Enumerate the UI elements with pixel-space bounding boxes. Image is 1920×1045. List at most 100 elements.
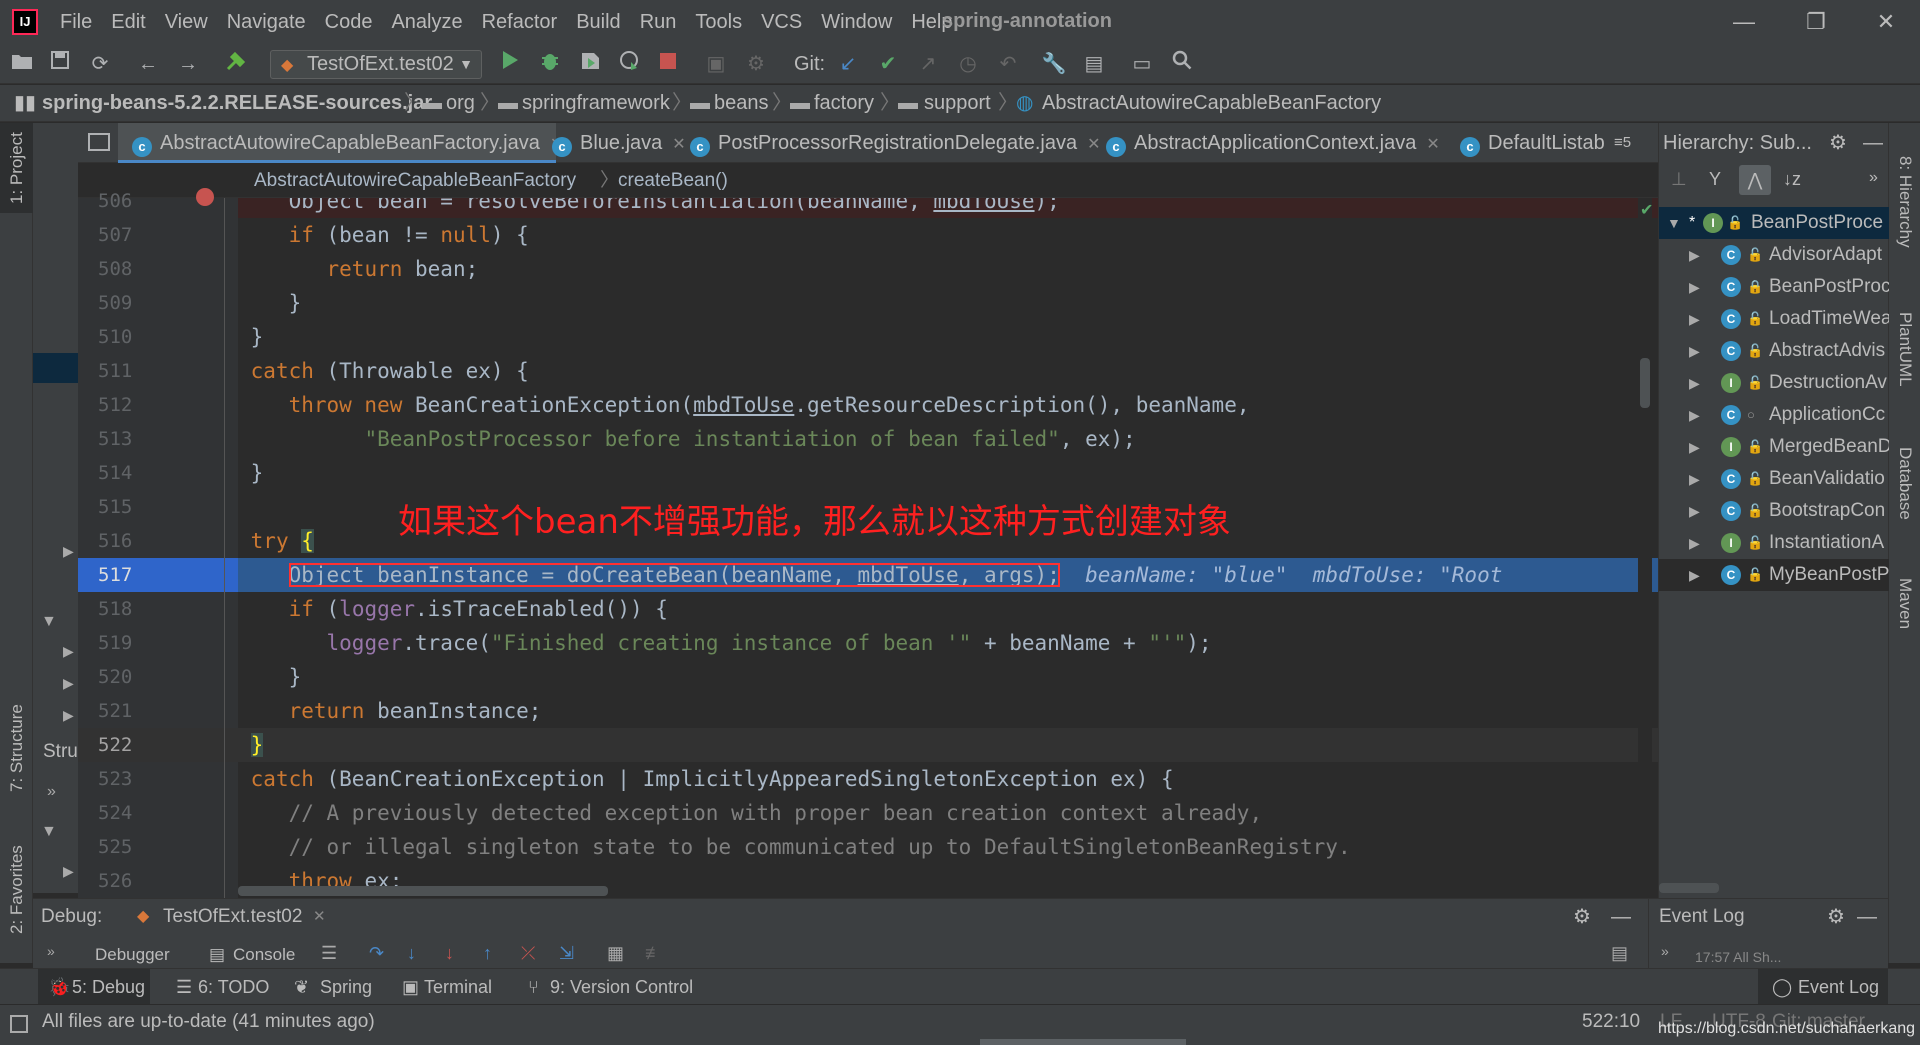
vertical-scrollbar[interactable] [1638,198,1652,898]
horizontal-scrollbar[interactable] [1659,883,1719,893]
search-icon[interactable] [1168,50,1196,78]
save-all-icon[interactable] [46,50,74,78]
tab-structure[interactable]: 7: Structure [0,683,33,813]
menu-tools[interactable]: Tools [695,0,742,44]
more-icon[interactable]: » [1869,169,1878,187]
hierarchy-item[interactable]: ▶ C 🔓 BootstrapCon [1659,495,1889,527]
step-over-icon[interactable]: ↷ [369,939,384,967]
evaluate-expression-icon[interactable]: ▦ [607,939,624,967]
subtypes-icon[interactable]: ⋀ [1739,165,1771,195]
collapse-arrow-icon[interactable]: ▼ [1667,207,1681,239]
run-with-coverage-icon[interactable] [576,50,604,78]
git-history-icon[interactable]: ◷ [954,50,982,78]
expand-arrow-icon[interactable]: ▶ [1689,527,1700,559]
hide-icon[interactable]: — [1863,123,1883,163]
menu-code[interactable]: Code [325,0,373,44]
drop-frame-icon[interactable]: ⤫ [521,939,535,967]
tool-debug[interactable]: 5: Debug [72,969,145,1005]
expand-arrow-icon[interactable]: ▶ [1689,399,1700,431]
breadcrumb-springframework[interactable]: springframework [522,85,670,121]
tab-postprocessorregistrationdelegate[interactable]: c PostProcessorRegistrationDelegate.java ✕ [680,123,1100,163]
hierarchy-item[interactable]: ▶ I 🔓 DestructionAv [1659,367,1889,399]
expand-arrow-icon[interactable]: ▶ [1689,271,1700,303]
editor-gutter[interactable]: 506 507 508 509 510 511 512 513 514 515 … [78,188,238,898]
tab-blue[interactable]: c Blue.java ✕ [538,123,686,163]
hierarchy-item[interactable]: ▶ I 🔓 InstantiationA [1659,527,1889,559]
tool-spring[interactable]: Spring [320,969,372,1005]
build-hammer-icon[interactable] [222,50,250,78]
tab-database[interactable]: Database [1889,423,1920,543]
close-window-button[interactable]: ✕ [1866,6,1906,38]
project-structure-icon[interactable]: ▤ [1080,50,1108,78]
settings-disabled-icon[interactable]: ⚙ [742,50,770,78]
tab-project[interactable]: 1: Project [0,123,33,213]
hide-icon[interactable]: — [1611,899,1631,935]
forward-arrow-icon[interactable]: → [174,50,202,78]
git-update-icon[interactable]: ↙ [834,50,862,78]
breadcrumb-class[interactable]: AbstractAutowireCapableBeanFactory [1042,85,1381,121]
minimize-button[interactable]: — [1724,6,1764,38]
close-tab-icon[interactable]: ✕ [1426,136,1439,153]
hierarchy-item[interactable]: ▶ C 🔒 BeanPostProc [1659,271,1889,303]
tree-arrow-icon[interactable]: ▶ [63,675,74,692]
close-session-icon[interactable]: ✕ [313,899,326,935]
debug-icon[interactable] [536,50,564,78]
run-to-cursor-icon[interactable]: ⇲ [559,939,574,967]
hierarchy-item[interactable]: ▶ C 🔓 MyBeanPostP [1659,559,1889,591]
breadcrumb-beans[interactable]: beans [714,85,769,121]
tool-todo[interactable]: 6: TODO [198,969,269,1005]
tree-arrow-icon[interactable]: ▶ [63,707,74,724]
menu-view[interactable]: View [165,0,208,44]
hide-icon[interactable]: — [1857,899,1877,935]
step-out-icon[interactable]: ↑ [483,939,492,967]
trace-icon[interactable]: ≢ [645,939,663,967]
menu-navigate[interactable]: Navigate [227,0,306,44]
tree-arrow-icon[interactable]: ▶ [63,863,74,880]
crumb-class[interactable]: AbstractAutowireCapableBeanFactory [254,164,576,198]
expand-arrow-icon[interactable]: ▶ [1689,495,1700,527]
expand-arrow-icon[interactable]: ▶ [1689,431,1700,463]
expand-arrow-icon[interactable]: ▶ [1689,335,1700,367]
tab-plantuml[interactable]: PlantUML [1889,289,1920,409]
hierarchy-item[interactable]: ▶ C 🔓 AbstractAdvis [1659,335,1889,367]
hierarchy-item[interactable]: ▶ C 🔓 BeanValidatio [1659,463,1889,495]
tab-defaultlistable[interactable]: c DefaultListab [1450,123,1630,163]
gear-icon[interactable]: ⚙ [1827,899,1845,935]
tab-maven[interactable]: Maven [1889,549,1920,659]
debugger-tab[interactable]: Debugger [95,941,170,969]
crumb-method[interactable]: createBean() [618,164,728,198]
force-step-into-icon[interactable]: ↓ [445,939,454,967]
gear-icon[interactable]: ⚙ [1573,899,1591,935]
hierarchy-item[interactable]: ▶ C ○ ApplicationCc [1659,399,1889,431]
menu-edit[interactable]: Edit [111,0,145,44]
caret-position[interactable]: 522:10 [1582,1005,1640,1039]
breakpoint-icon[interactable] [196,188,214,206]
breadcrumb-factory[interactable]: factory [814,85,874,121]
sort-icon[interactable]: ↓z [1783,169,1801,190]
menu-run[interactable]: Run [640,0,677,44]
sync-icon[interactable]: ⟳ [86,50,114,78]
hierarchy-root[interactable]: ▼ * I 🔓 BeanPostProce [1659,207,1889,239]
scrollbar-thumb[interactable] [1640,358,1650,408]
expand-arrow-icon[interactable]: ▶ [1689,239,1700,271]
more-icon[interactable]: » [1661,937,1669,965]
debug-session-tab[interactable]: TestOfExt.test02 [163,899,302,935]
tabs-overflow-button[interactable]: ≡5 [1614,123,1658,163]
tab-abstractapplicationcontext[interactable]: c AbstractApplicationContext.java ✕ [1096,123,1496,163]
run-configuration-select[interactable]: ◆ TestOfExt.test02 ▼ [270,50,482,79]
menu-file[interactable]: File [60,0,92,44]
menu-analyze[interactable]: Analyze [391,0,462,44]
tab-favorites[interactable]: 2: Favorites [0,835,33,945]
expand-icon[interactable]: ▼ [41,823,57,841]
split-view-icon[interactable] [88,133,110,151]
hierarchy-item[interactable]: ▶ I 🔓 MergedBeanD [1659,431,1889,463]
expand-icon[interactable]: ▼ [41,613,57,631]
git-commit-icon[interactable]: ✔ [874,50,902,78]
layout-toggle-icon[interactable] [10,1015,28,1033]
wrench-icon[interactable]: 🔧 [1040,50,1068,78]
code-editor[interactable]: Object bean = resolveBeforeInstantiation… [238,198,1658,898]
tab-hierarchy[interactable]: 8: Hierarchy [1889,137,1920,267]
run-icon[interactable] [496,50,524,78]
tool-terminal[interactable]: Terminal [424,969,492,1005]
menu-window[interactable]: Window [821,0,892,44]
